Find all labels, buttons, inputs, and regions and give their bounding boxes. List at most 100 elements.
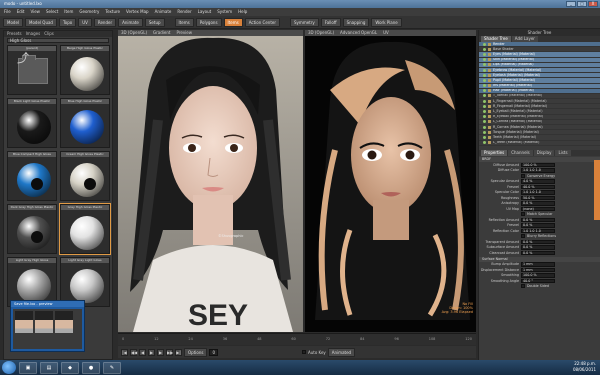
visibility-eye-icon[interactable] — [483, 135, 486, 139]
visibility-eye-icon[interactable] — [483, 68, 486, 72]
viewport-tab[interactable]: 3D (OpenGL) — [308, 30, 334, 36]
property-checkbox[interactable] — [521, 173, 525, 178]
taskbar-folder-icon[interactable]: ▤ — [40, 361, 58, 374]
menu-help[interactable]: Help — [238, 8, 247, 16]
property-value-field[interactable]: 50.0 % — [521, 195, 555, 200]
visibility-eye-icon[interactable] — [483, 42, 486, 46]
toolbar-button-render[interactable]: Render — [93, 17, 117, 27]
visibility-eye-icon[interactable] — [483, 130, 486, 134]
property-value-field[interactable]: 0.0 % — [521, 201, 555, 206]
preset-tab-presets[interactable]: Presets — [7, 31, 22, 37]
property-value-field[interactable]: 1.0 1.0 1.0 — [521, 190, 555, 195]
options-button[interactable]: Options — [184, 347, 208, 357]
visibility-eye-icon[interactable] — [483, 104, 486, 108]
menu-animate[interactable]: Animate — [155, 8, 172, 16]
next-frame-icon[interactable]: ▶ — [157, 348, 164, 356]
preview-thumb[interactable] — [35, 311, 53, 333]
property-value-field[interactable]: 100.0 % — [521, 162, 555, 167]
menu-item[interactable]: Item — [64, 8, 73, 16]
frame-field[interactable]: 0 — [209, 348, 218, 356]
menu-render[interactable]: Render — [177, 8, 191, 16]
visibility-eye-icon[interactable] — [483, 120, 486, 124]
material-preset-tile[interactable]: Dark Gray High Gloss Plastic — [7, 204, 57, 254]
auto-key-checkbox[interactable] — [301, 350, 306, 354]
menu-layout[interactable]: Layout — [198, 8, 212, 16]
visibility-eye-icon[interactable] — [483, 84, 486, 88]
toolbar-button-work-plane[interactable]: Work Plane — [371, 17, 402, 27]
toolbar-button-uv[interactable]: UV — [78, 17, 92, 27]
preview-thumb[interactable] — [55, 311, 73, 333]
prev-frame-icon[interactable]: ◀ — [139, 348, 146, 356]
start-button[interactable] — [2, 361, 16, 374]
viewport-tab[interactable]: 3D (OpenGL) — [121, 30, 147, 36]
taskbar-paint-icon[interactable]: ✎ — [103, 361, 121, 374]
menu-vertex-map[interactable]: Vertex Map — [126, 8, 149, 16]
viewport-tab[interactable]: Gradient — [153, 30, 170, 36]
property-value-field[interactable]: 1 mm — [521, 267, 555, 272]
parent-folder-tile[interactable]: (parent) ⤴ — [7, 45, 57, 95]
toolbar-button-falloff[interactable]: Falloff — [320, 17, 341, 27]
toolbar-button-snapping[interactable]: Snapping — [342, 17, 370, 27]
toolbar-button-action-center[interactable]: Action Center — [244, 17, 281, 27]
menu-geometry[interactable]: Geometry — [79, 8, 99, 16]
viewport-tab[interactable]: UV — [383, 30, 389, 36]
visibility-eye-icon[interactable] — [483, 141, 486, 145]
toolbar-button-items[interactable]: Items — [174, 17, 194, 27]
property-value-field[interactable]: (none) — [521, 206, 555, 211]
viewport-right[interactable]: 3D (OpenGL) Advanced OpenGL UV No Fill Draw… — [305, 30, 476, 332]
preset-filter-dropdown[interactable]: High Gloss — [7, 38, 109, 43]
preset-tab-clips[interactable]: Clips — [44, 31, 54, 37]
property-value-field[interactable]: 1.0 1.0 1.0 — [521, 228, 555, 233]
property-checkbox[interactable] — [521, 212, 525, 217]
menu-texture[interactable]: Texture — [105, 8, 120, 16]
taskbar-explorer-icon[interactable]: ▣ — [19, 361, 37, 374]
property-checkbox[interactable] — [521, 284, 525, 289]
close-button[interactable]: X — [588, 1, 598, 7]
visibility-eye-icon[interactable] — [483, 47, 486, 51]
property-value-field[interactable]: 0.0 % — [521, 245, 555, 250]
toolbar-button-symmetry[interactable]: Symmetry — [290, 17, 319, 27]
last-frame-icon[interactable]: ▶| — [175, 348, 182, 356]
first-frame-icon[interactable]: |◀ — [121, 348, 128, 356]
properties-tab[interactable]: Channels — [508, 150, 533, 156]
material-preset-tile[interactable]: Beige High Gloss Plastic — [60, 45, 110, 95]
taskbar-modo-icon[interactable]: ◆ — [61, 361, 79, 374]
visibility-eye-icon[interactable] — [483, 58, 486, 62]
taskbar-browser-icon[interactable]: ● — [82, 361, 100, 374]
material-preset-tile[interactable]: Cream High Gloss Plastic — [60, 151, 110, 201]
property-checkbox[interactable] — [521, 234, 525, 239]
menu-system[interactable]: System — [217, 8, 232, 16]
viewport-left[interactable]: SEY 3D (OpenGL) Gradient Preview ©Shuvgrap… — [118, 30, 303, 332]
preview-thumb[interactable] — [15, 311, 33, 333]
visibility-eye-icon[interactable] — [483, 52, 486, 56]
viewport-tab[interactable]: Preview — [176, 30, 192, 36]
properties-tab[interactable]: Properties — [481, 150, 508, 156]
toolbar-button-topo[interactable]: Topo — [58, 17, 77, 27]
preview-popup-window[interactable]: Save file.lxo - preview — [10, 300, 85, 352]
animated-dropdown[interactable]: Animated — [327, 347, 356, 357]
material-preset-tile[interactable]: Blue Compact High Gloss — [7, 151, 57, 201]
menu-file[interactable]: File — [4, 8, 11, 16]
shader-tab[interactable]: Add Layer — [511, 36, 538, 42]
property-value-field[interactable]: 0.0 % — [521, 239, 555, 244]
toolbar-button-polygons[interactable]: Polygons — [195, 17, 222, 27]
toolbar-button-model[interactable]: Model — [3, 17, 24, 27]
property-value-field[interactable]: 40.0 ° — [521, 278, 555, 283]
maximize-button[interactable]: □ — [577, 1, 587, 7]
side-tab-strip[interactable] — [594, 160, 600, 220]
minimize-button[interactable]: _ — [566, 1, 576, 7]
viewport-tab[interactable]: Advanced OpenGL — [340, 30, 377, 36]
visibility-eye-icon[interactable] — [483, 115, 486, 119]
toolbar-button-setup[interactable]: Setup — [144, 17, 165, 27]
timeline[interactable]: 0 12 24 36 48 60 72 84 96 108 120 — [118, 333, 476, 345]
prev-key-icon[interactable]: ◀◀ — [130, 348, 137, 356]
play-icon[interactable]: ▶ — [148, 348, 155, 356]
visibility-eye-icon[interactable] — [483, 125, 486, 129]
visibility-eye-icon[interactable] — [483, 94, 486, 98]
property-value-field[interactable]: 1 mm — [521, 262, 555, 267]
menu-edit[interactable]: Edit — [17, 8, 25, 16]
visibility-eye-icon[interactable] — [483, 63, 486, 67]
toolbar-button-items[interactable]: Items — [223, 17, 243, 27]
material-preset-tile[interactable]: Blue High Gloss Plastic — [60, 98, 110, 148]
menu-view[interactable]: View — [30, 8, 40, 16]
